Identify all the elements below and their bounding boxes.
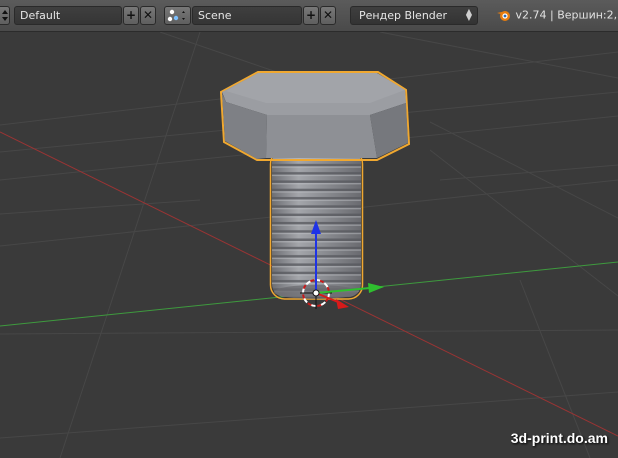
blender-logo-icon: [497, 11, 510, 21]
delete-scene-button[interactable]: ✕: [320, 6, 336, 25]
screen-layout-type-icon[interactable]: [0, 6, 10, 25]
render-engine-dropdown[interactable]: Рендер Blender ▲ ▼: [350, 6, 478, 25]
scene-field[interactable]: Scene: [192, 6, 302, 25]
watermark-text: 3d-print.do.am: [510, 430, 608, 446]
scene-icon[interactable]: [164, 6, 191, 25]
render-engine-label: Рендер Blender: [359, 9, 448, 22]
bolt-head-front-face: [266, 115, 377, 158]
scene-statistics: v2.74 | Вершин:2,50: [496, 8, 618, 22]
manipulator-center[interactable]: [312, 289, 320, 297]
chevron-up-down-icon: ▲ ▼: [465, 7, 472, 22]
version-stats-text: v2.74 | Вершин:2,50: [515, 8, 618, 22]
add-screen-layout-button[interactable]: +: [123, 6, 139, 25]
add-scene-button[interactable]: +: [303, 6, 319, 25]
screen-layout-field[interactable]: Default: [14, 6, 122, 25]
3d-viewport[interactable]: [0, 32, 618, 458]
delete-screen-layout-button[interactable]: ✕: [140, 6, 156, 25]
info-header: Default + ✕ Scene + ✕ Рендер Blender ▲ ▼ …: [0, 0, 618, 32]
